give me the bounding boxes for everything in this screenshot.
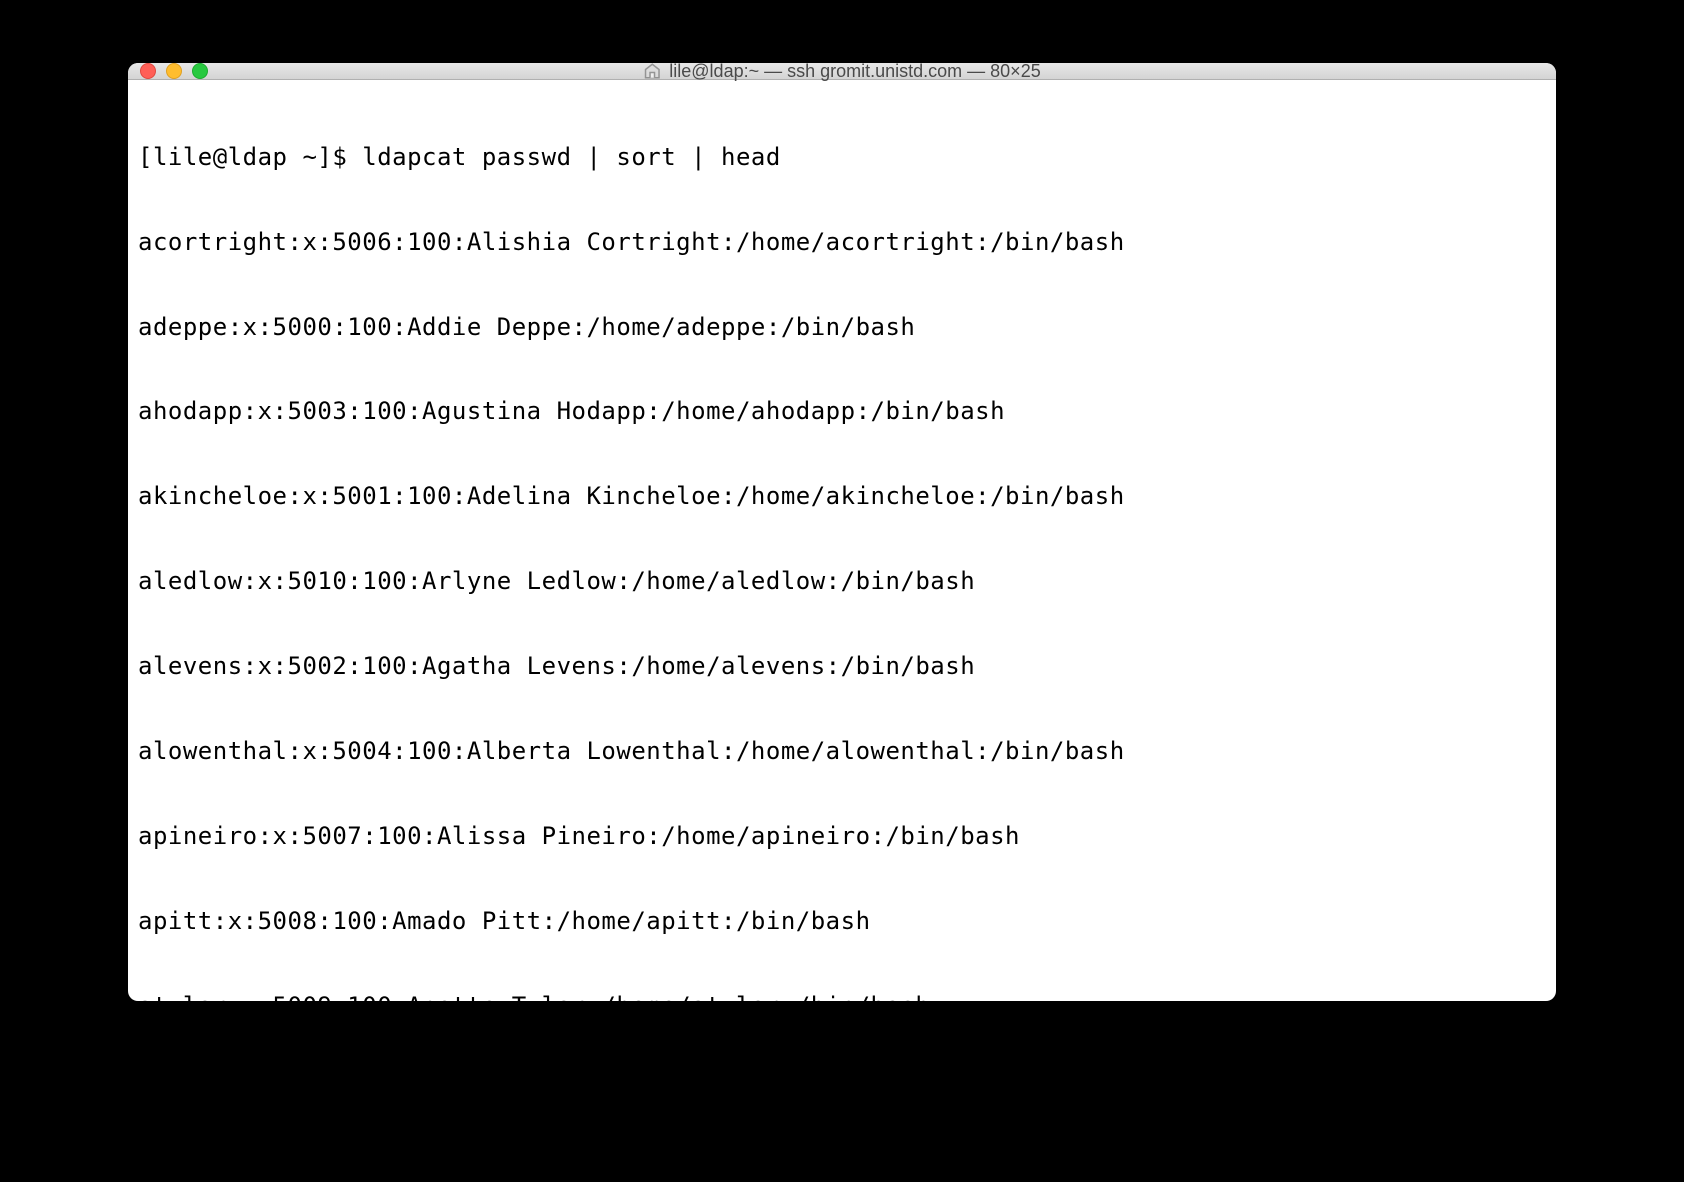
terminal-line: acortright:x:5006:100:Alishia Cortright:…	[138, 228, 1546, 256]
traffic-lights	[140, 63, 208, 79]
window-titlebar[interactable]: lile@ldap:~ — ssh gromit.unistd.com — 80…	[128, 63, 1556, 80]
terminal-line: apineiro:x:5007:100:Alissa Pineiro:/home…	[138, 822, 1546, 850]
close-button[interactable]	[140, 63, 156, 79]
terminal-line: ahodapp:x:5003:100:Agustina Hodapp:/home…	[138, 397, 1546, 425]
terminal-line: [lile@ldap ~]$ ldapcat passwd | sort | h…	[138, 143, 1546, 171]
maximize-button[interactable]	[192, 63, 208, 79]
terminal-line: adeppe:x:5000:100:Addie Deppe:/home/adep…	[138, 313, 1546, 341]
terminal-line: apitt:x:5008:100:Amado Pitt:/home/apitt:…	[138, 907, 1546, 935]
terminal-line: atylor:x:5009:100:Anette Tylor:/home/aty…	[138, 992, 1546, 1001]
terminal-line: aledlow:x:5010:100:Arlyne Ledlow:/home/a…	[138, 567, 1546, 595]
terminal-line: alowenthal:x:5004:100:Alberta Lowenthal:…	[138, 737, 1546, 765]
terminal-content[interactable]: [lile@ldap ~]$ ldapcat passwd | sort | h…	[128, 80, 1556, 1001]
terminal-window: lile@ldap:~ — ssh gromit.unistd.com — 80…	[128, 63, 1556, 1001]
minimize-button[interactable]	[166, 63, 182, 79]
home-icon	[643, 63, 661, 80]
terminal-line: akincheloe:x:5001:100:Adelina Kincheloe:…	[138, 482, 1546, 510]
window-title: lile@ldap:~ — ssh gromit.unistd.com — 80…	[669, 63, 1040, 82]
terminal-line: alevens:x:5002:100:Agatha Levens:/home/a…	[138, 652, 1546, 680]
window-title-container: lile@ldap:~ — ssh gromit.unistd.com — 80…	[643, 63, 1040, 82]
